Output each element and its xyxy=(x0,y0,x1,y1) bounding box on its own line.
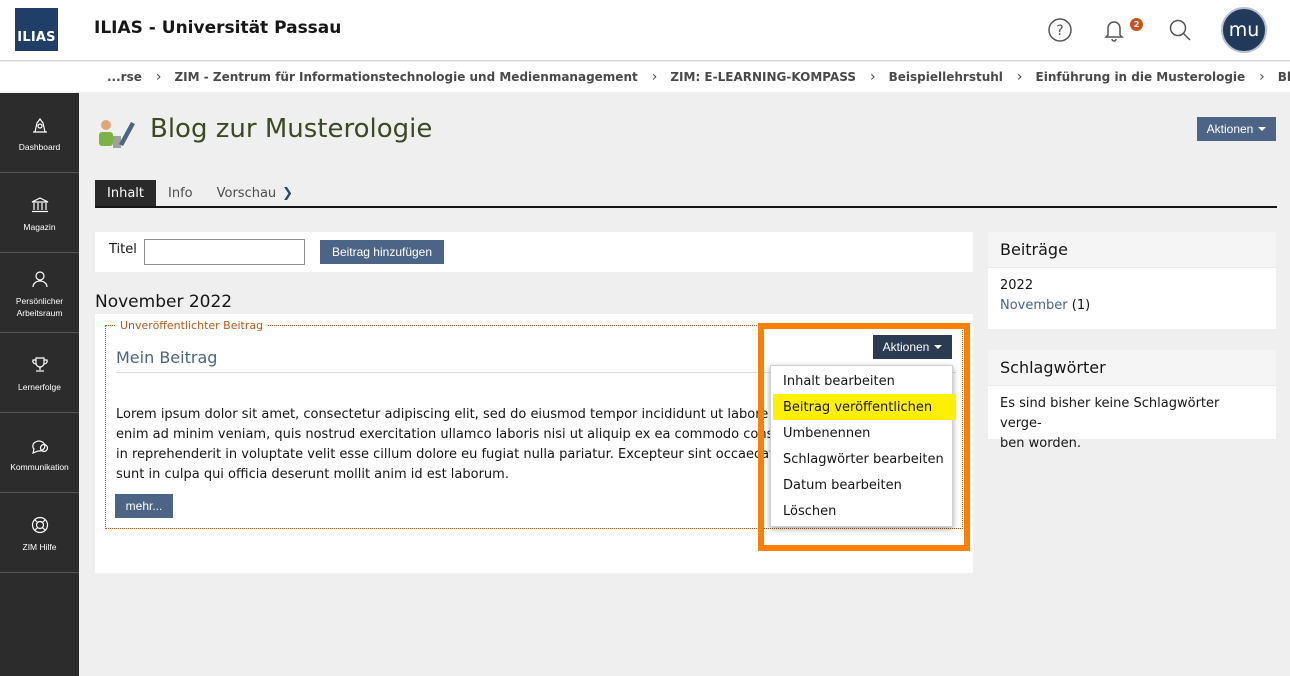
tab-info[interactable]: Info xyxy=(156,180,205,206)
chevron-right-icon: › xyxy=(155,69,162,85)
caret-down-icon xyxy=(934,345,943,349)
search-icon[interactable] xyxy=(1162,12,1198,48)
mainbar-item-personal-workspace[interactable]: Persönlicher Arbeitsraum xyxy=(0,253,79,333)
post-count: (1) xyxy=(1071,298,1091,313)
post-text-line: Lorem ipsum dolor sit amet, consectetur … xyxy=(116,407,776,422)
breadcrumb: ...rse › ZIM - Zentrum für Informationst… xyxy=(0,62,1290,92)
post-text-line: sunt in culpa qui officia deserunt molli… xyxy=(116,467,509,482)
add-post-button[interactable]: Beitrag hinzufügen xyxy=(320,240,444,264)
post-title[interactable]: Mein Beitrag xyxy=(116,348,217,367)
post-excerpt: Lorem ipsum dolor sit amet, consectetur … xyxy=(116,405,776,485)
posts-panel-heading: Beiträge xyxy=(988,232,1276,268)
mainbar-item-dashboard[interactable]: Dashboard xyxy=(0,93,79,173)
menu-item-publish[interactable]: Beitrag veröffentlichen xyxy=(773,394,956,420)
chevron-right-icon: › xyxy=(651,69,658,85)
mainbar-item-label: Magazin xyxy=(23,221,56,232)
breadcrumb-item[interactable]: ZIM: E-LEARNING-KOMPASS xyxy=(670,70,856,84)
post-actions-label: Aktionen xyxy=(882,340,930,354)
breadcrumb-item[interactable]: ...rse xyxy=(107,70,142,84)
unpublished-label: Unveröffentlichter Beitrag xyxy=(116,319,268,332)
tags-empty-text: Es sind bisher keine Schlagwörter verge- xyxy=(1000,396,1220,431)
chevron-right-icon: › xyxy=(1259,69,1265,85)
breadcrumb-item[interactable]: ZIM - Zentrum für Informationstechnologi… xyxy=(174,70,637,84)
help-icon[interactable]: ? xyxy=(1042,12,1078,48)
notification-badge: 2 xyxy=(1130,18,1143,31)
mainbar-item-lernerfolge[interactable]: Lernerfolge xyxy=(0,333,79,413)
tab-inhalt[interactable]: Inhalt xyxy=(95,180,156,206)
person-icon xyxy=(30,267,50,291)
posts-panel-body: 2022 November (1) xyxy=(988,268,1276,324)
year-label: 2022 xyxy=(1000,278,1034,293)
page-actions-button[interactable]: Aktionen xyxy=(1197,117,1276,141)
posts-panel: Beiträge 2022 November (1) xyxy=(988,232,1276,329)
menu-item-edit-date[interactable]: Datum bearbeiten xyxy=(773,472,954,498)
chevron-right-icon: ❯ xyxy=(282,185,294,201)
chevron-right-icon: › xyxy=(870,69,876,85)
menu-item-edit-tags[interactable]: Schlagwörter bearbeiten xyxy=(773,446,954,472)
post-text-line: in reprehenderit in voluptate velit esse… xyxy=(116,447,776,462)
mainbar-item-label: Lernerfolge xyxy=(17,381,61,392)
mainbar-item-label: ZIM Hilfe xyxy=(22,541,57,552)
menu-item-delete[interactable]: Löschen xyxy=(773,498,954,524)
mainbar-item-label: Kommunikation xyxy=(10,461,69,472)
chevron-right-icon: › xyxy=(1016,69,1023,85)
tab-vorschau[interactable]: Vorschau ❯ xyxy=(205,180,305,206)
breadcrumb-item[interactable]: Einführung in die Musterologie xyxy=(1036,70,1246,84)
notification-bell-icon[interactable] xyxy=(1096,12,1132,48)
breadcrumb-item[interactable]: Beispiellehrstuhl xyxy=(889,70,1003,84)
mainbar-item-label: Dashboard xyxy=(18,141,61,152)
month-heading: November 2022 xyxy=(95,292,233,312)
month-link[interactable]: November xyxy=(1000,298,1068,313)
post-actions-dropdown: Inhalt bearbeiten Beitrag veröffentliche… xyxy=(770,365,956,527)
ilias-logo[interactable]: ILIAS xyxy=(15,8,58,51)
blog-icon xyxy=(97,116,137,152)
tab-bar: Inhalt Info Vorschau ❯ xyxy=(95,180,1277,208)
post-title-input[interactable] xyxy=(144,239,305,265)
tags-panel-heading: Schlagwörter xyxy=(988,350,1276,386)
more-button[interactable]: mehr... xyxy=(115,494,173,518)
chat-icon xyxy=(30,433,50,457)
trophy-icon xyxy=(30,353,50,377)
lifebuoy-icon xyxy=(30,513,50,537)
post-actions-button[interactable]: Aktionen xyxy=(873,335,952,359)
user-avatar[interactable]: mu xyxy=(1221,7,1267,53)
post-text-line: enim ad minim veniam, quis nostrud exerc… xyxy=(116,427,776,442)
site-title: ILIAS - Universität Passau xyxy=(94,18,342,38)
tab-vorschau-label: Vorschau xyxy=(216,185,277,201)
menu-item-rename[interactable]: Umbenennen xyxy=(773,420,954,446)
page-actions-label: Aktionen xyxy=(1206,122,1254,136)
breadcrumb-item-current[interactable]: Blog zur Musterologie xyxy=(1278,70,1290,84)
top-header: ILIAS ILIAS - Universität Passau ? 2 mu xyxy=(0,0,1290,61)
menu-item-edit-content[interactable]: Inhalt bearbeiten xyxy=(773,368,954,394)
page-title: Blog zur Musterologie xyxy=(150,114,433,144)
tags-empty-text: ben worden. xyxy=(1000,436,1081,451)
title-label: Titel xyxy=(109,242,137,257)
mainbar-item-kommunikation[interactable]: Kommunikation xyxy=(0,413,79,493)
tags-panel: Schlagwörter Es sind bisher keine Schlag… xyxy=(988,350,1276,451)
mainbar-item-label: Persönlicher Arbeitsraum xyxy=(15,295,64,318)
caret-down-icon xyxy=(1258,127,1267,131)
svg-text:?: ? xyxy=(1056,23,1063,39)
add-post-form: Titel Beitrag hinzufügen xyxy=(95,232,973,272)
dashboard-icon xyxy=(30,113,50,137)
tags-panel-body: Es sind bisher keine Schlagwörter verge-… xyxy=(988,386,1276,462)
mainbar-item-magazin[interactable]: Magazin xyxy=(0,173,79,253)
main-bar: Dashboard Magazin Persönlicher Arbeitsra… xyxy=(0,93,79,676)
repository-icon xyxy=(30,193,50,217)
mainbar-item-zim-hilfe[interactable]: ZIM Hilfe xyxy=(0,493,79,573)
